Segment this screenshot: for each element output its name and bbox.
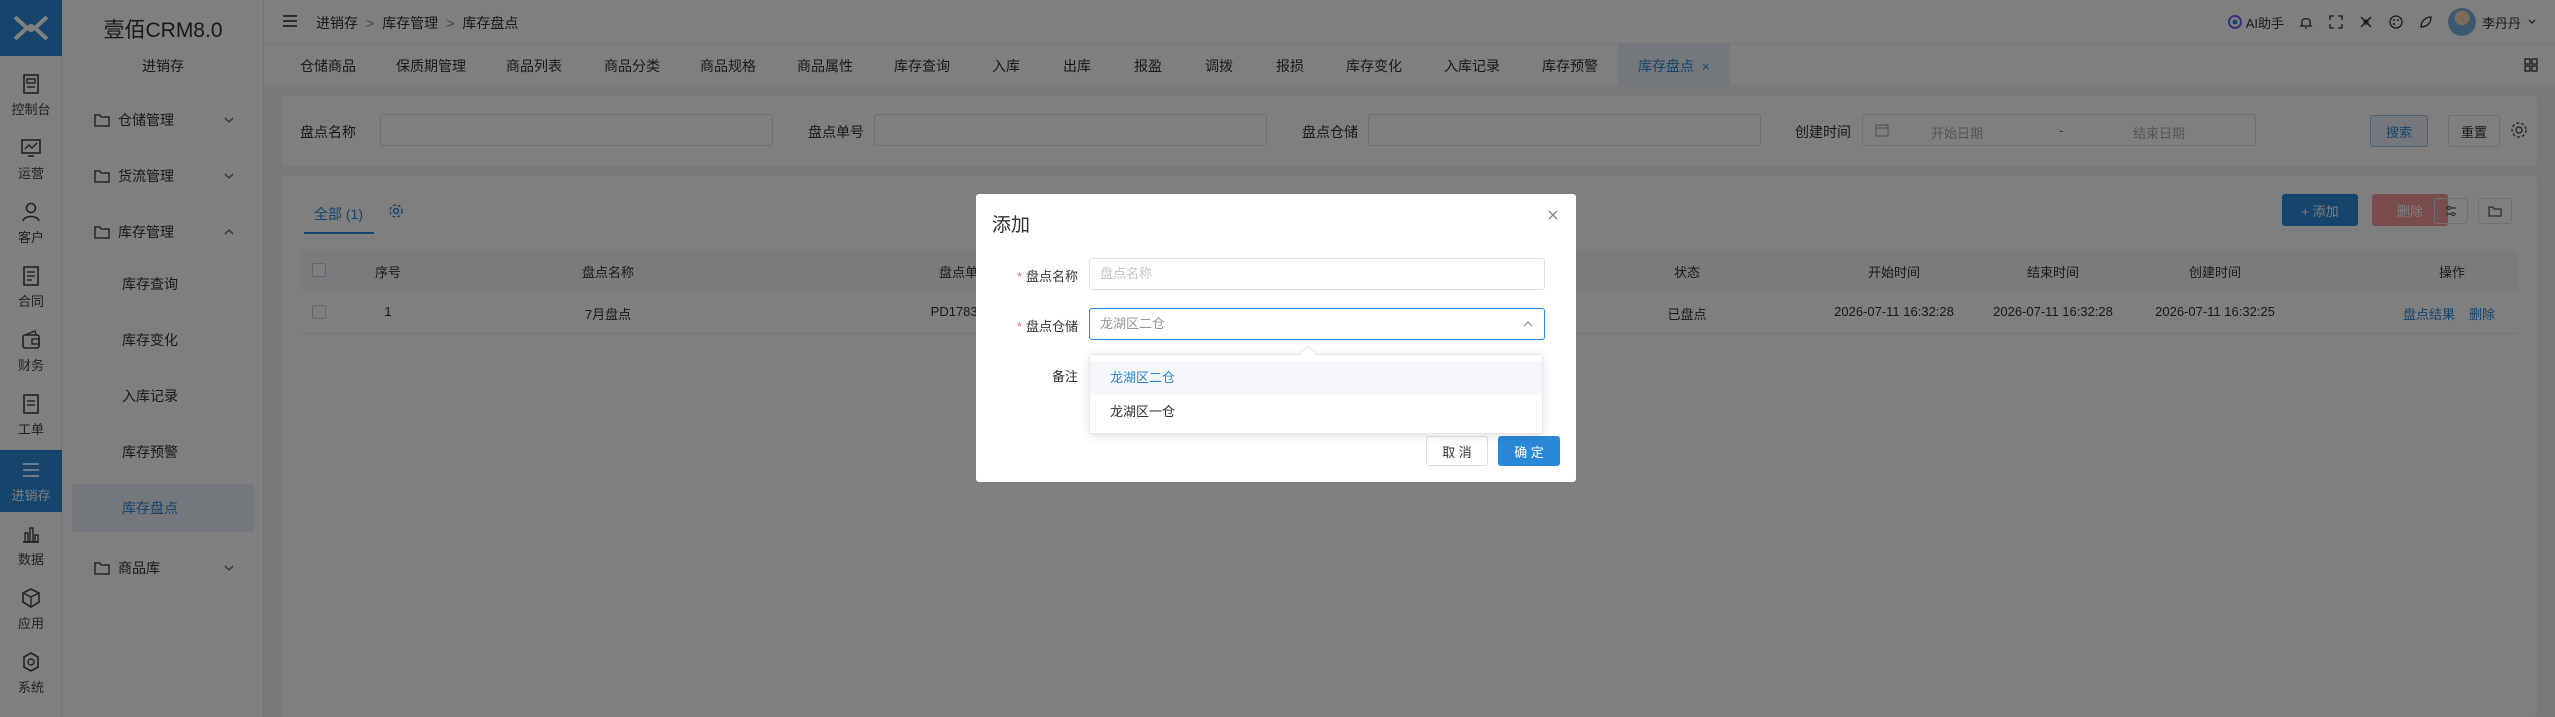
required-mark: * [1016, 269, 1022, 284]
warehouse-field-label-text: 盘点仓储 [1025, 319, 1078, 334]
stocktake-name-field[interactable]: 盘点名称 [1089, 258, 1545, 290]
name-field-label: * 盘点名称 [988, 266, 1078, 285]
cancel-button[interactable]: 取 消 [1426, 436, 1488, 466]
required-mark: * [1016, 319, 1022, 334]
dialog-title: 添加 [992, 215, 1031, 236]
chevron-up-icon [1523, 321, 1533, 327]
dropdown-option[interactable]: 龙湖区一仓 [1090, 395, 1542, 429]
warehouse-dropdown: 龙湖区二仓 龙湖区一仓 [1089, 345, 1543, 434]
warehouse-select[interactable]: 龙湖区二仓 [1089, 308, 1545, 340]
close-icon[interactable] [1546, 208, 1560, 222]
warehouse-field-label: * 盘点仓储 [988, 316, 1078, 335]
remark-field-label: 备注 [1051, 369, 1078, 384]
name-field-label-text: 盘点名称 [1025, 269, 1078, 284]
confirm-button[interactable]: 确 定 [1498, 436, 1560, 466]
dropdown-option[interactable]: 龙湖区二仓 [1090, 361, 1542, 395]
warehouse-select-value: 龙湖区二仓 [1100, 316, 1166, 331]
add-stocktake-dialog: 添加 * 盘点名称 盘点名称 * 盘点仓储 龙湖区二仓 备注 取 消 确 定 [976, 194, 1576, 482]
